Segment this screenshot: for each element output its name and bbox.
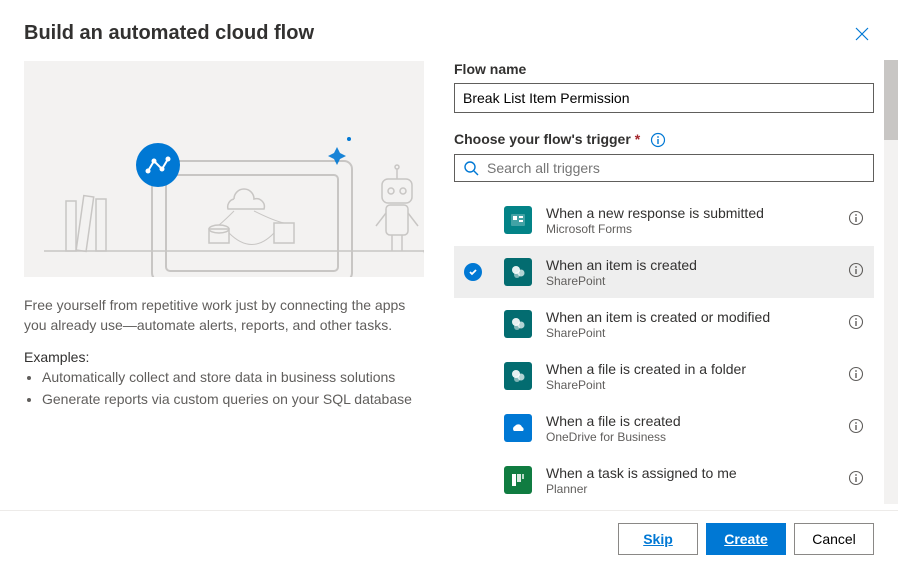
trigger-item[interactable]: When a file is createdOneDrive for Busin… <box>454 402 874 454</box>
illustration <box>24 61 424 277</box>
trigger-connector: SharePoint <box>546 274 848 288</box>
description-text: Free yourself from repetitive work just … <box>24 295 424 335</box>
trigger-item[interactable]: When a new response is submittedMicrosof… <box>454 194 874 246</box>
connector-icon <box>504 362 532 390</box>
create-button[interactable]: Create <box>706 523 786 555</box>
trigger-list[interactable]: When a new response is submittedMicrosof… <box>454 194 874 504</box>
connector-icon <box>504 466 532 494</box>
connector-icon <box>504 206 532 234</box>
trigger-connector: Microsoft Forms <box>546 222 848 236</box>
connector-icon <box>504 414 532 442</box>
trigger-connector: OneDrive for Business <box>546 430 848 444</box>
search-icon <box>463 160 479 176</box>
dialog-footer: Skip Create Cancel <box>0 510 898 567</box>
info-icon[interactable] <box>848 210 864 231</box>
connector-icon <box>504 310 532 338</box>
info-icon[interactable] <box>848 314 864 335</box>
example-item: Automatically collect and store data in … <box>42 367 424 387</box>
trigger-label-text: Choose your flow's trigger <box>454 131 631 147</box>
close-button[interactable] <box>850 22 874 49</box>
info-icon[interactable] <box>848 366 864 387</box>
trigger-title: When an item is created or modified <box>546 308 848 326</box>
trigger-item[interactable]: When an item is createdSharePoint <box>454 246 874 298</box>
scrollbar-thumb[interactable] <box>884 60 898 140</box>
close-icon <box>854 26 870 42</box>
trigger-title: When a file is created in a folder <box>546 360 848 378</box>
left-panel: Free yourself from repetitive work just … <box>24 61 452 504</box>
trigger-title: When a task is assigned to me <box>546 464 848 482</box>
dialog-header: Build an automated cloud flow <box>0 0 898 61</box>
search-triggers-input[interactable] <box>479 160 865 176</box>
trigger-text: When a file is createdOneDrive for Busin… <box>546 412 848 444</box>
trigger-text: When an item is createdSharePoint <box>546 256 848 288</box>
dialog-title: Build an automated cloud flow <box>24 22 314 45</box>
trigger-label: Choose your flow's trigger * <box>454 131 874 148</box>
trigger-title: When a new response is submitted <box>546 204 848 222</box>
dialog-body: Free yourself from repetitive work just … <box>0 61 898 510</box>
info-icon[interactable] <box>848 262 864 283</box>
trigger-item[interactable]: When a task is assigned to mePlanner <box>454 454 874 504</box>
trigger-text: When an item is created or modifiedShare… <box>546 308 848 340</box>
info-icon[interactable] <box>848 418 864 439</box>
required-asterisk: * <box>635 131 640 147</box>
radio-icon <box>464 263 482 281</box>
trigger-title: When an item is created <box>546 256 848 274</box>
trigger-item[interactable]: When a file is created in a folderShareP… <box>454 350 874 402</box>
connector-icon <box>504 258 532 286</box>
right-panel: Flow name Choose your flow's trigger * W… <box>452 61 874 504</box>
trigger-text: When a task is assigned to mePlanner <box>546 464 848 496</box>
flow-name-label: Flow name <box>454 61 874 77</box>
search-triggers-wrap[interactable] <box>454 154 874 182</box>
scrollbar[interactable] <box>884 60 898 504</box>
info-icon[interactable] <box>848 470 864 491</box>
trigger-item[interactable]: When an item is created or modifiedShare… <box>454 298 874 350</box>
trigger-connector: Planner <box>546 482 848 496</box>
trigger-text: When a file is created in a folderShareP… <box>546 360 848 392</box>
trigger-connector: SharePoint <box>546 326 848 340</box>
info-icon[interactable] <box>650 132 666 148</box>
flow-name-input[interactable] <box>454 83 874 113</box>
examples-label: Examples: <box>24 349 424 365</box>
skip-button[interactable]: Skip <box>618 523 698 555</box>
trigger-connector: SharePoint <box>546 378 848 392</box>
cancel-button[interactable]: Cancel <box>794 523 874 555</box>
trigger-title: When a file is created <box>546 412 848 430</box>
dialog: Build an automated cloud flow <box>0 0 898 567</box>
examples-list: Automatically collect and store data in … <box>24 367 424 409</box>
example-item: Generate reports via custom queries on y… <box>42 389 424 409</box>
trigger-text: When a new response is submittedMicrosof… <box>546 204 848 236</box>
